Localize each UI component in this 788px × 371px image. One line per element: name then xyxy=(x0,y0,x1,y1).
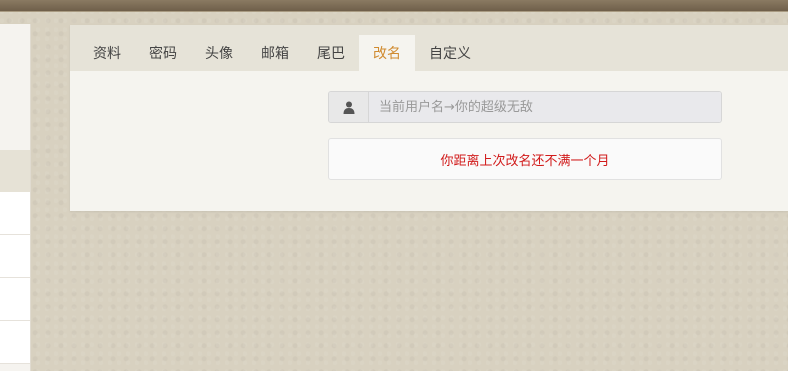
tab-rename[interactable]: 改名 xyxy=(359,35,415,71)
new-username-input[interactable] xyxy=(369,92,721,122)
sidebar-row[interactable] xyxy=(0,278,30,321)
username-input-group xyxy=(328,91,722,123)
tab-profile[interactable]: 资料 xyxy=(79,35,135,71)
settings-tabs: 资料 密码 头像 邮箱 尾巴 改名 自定义 xyxy=(70,25,788,71)
top-bar xyxy=(0,0,788,11)
sidebar-active-band xyxy=(0,150,30,192)
tab-custom[interactable]: 自定义 xyxy=(415,35,485,71)
sidebar-row[interactable] xyxy=(0,192,30,235)
settings-card: 资料 密码 头像 邮箱 尾巴 改名 自定义 你距离上次改名还不满一个月 xyxy=(70,25,788,211)
left-sidebar-panel xyxy=(0,24,31,371)
sidebar-row[interactable] xyxy=(0,235,30,278)
user-icon xyxy=(329,92,369,122)
rename-cooldown-notice: 你距离上次改名还不满一个月 xyxy=(328,138,722,180)
sidebar-row[interactable] xyxy=(0,321,30,364)
tab-email[interactable]: 邮箱 xyxy=(247,35,303,71)
tab-password[interactable]: 密码 xyxy=(135,35,191,71)
tab-avatar[interactable]: 头像 xyxy=(191,35,247,71)
tab-tail[interactable]: 尾巴 xyxy=(303,35,359,71)
